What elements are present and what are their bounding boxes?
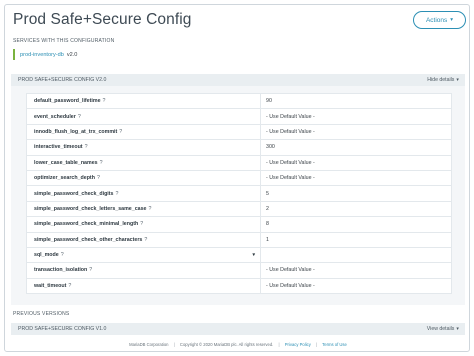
footer-company: MariaDB Corporation xyxy=(129,342,169,347)
parameter-name-cell: default_password_lifetime? xyxy=(26,92,261,110)
parameter-name-cell: interactive_timeout? xyxy=(26,139,261,156)
parameter-row: optimizer_search_depth? - Use Default Val… xyxy=(26,169,452,187)
help-icon[interactable]: ? xyxy=(97,175,100,181)
parameter-value[interactable]: 8 xyxy=(260,216,452,233)
parameter-row: sql_mode? ▾ xyxy=(26,246,452,264)
parameter-row: lower_case_table_names? - Use Default Val… xyxy=(26,154,452,171)
parameter-name-cell: simple_password_check_digits? xyxy=(26,185,261,202)
parameter-name: simple_password_check_letters_same_case xyxy=(34,205,147,212)
footer-separator: | xyxy=(278,342,280,347)
help-icon[interactable]: ? xyxy=(61,252,64,258)
parameter-value[interactable]: - Use Default Value - xyxy=(260,262,452,279)
service-version: v2.0 xyxy=(66,51,78,58)
parameter-value[interactable]: 2 xyxy=(260,200,452,218)
parameter-row: default_password_lifetime? 90 xyxy=(26,92,452,110)
privacy-policy-link[interactable]: Privacy Policy xyxy=(285,342,311,347)
help-icon[interactable]: ? xyxy=(140,221,143,227)
view-details-toggle[interactable]: View details ▾ xyxy=(427,326,459,332)
previous-versions-heading: PREVIOUS VERSIONS xyxy=(13,311,70,317)
parameter-name: default_password_lifetime xyxy=(34,98,101,105)
parameter-name: lower_case_table_names xyxy=(34,159,98,166)
parameter-value[interactable]: - Use Default Value - xyxy=(260,123,452,141)
terms-of-use-link[interactable]: Terms of Use xyxy=(322,342,347,347)
parameter-value[interactable]: 1 xyxy=(260,231,452,248)
help-icon[interactable]: ? xyxy=(89,267,92,273)
parameter-name-cell: simple_password_check_other_characters? xyxy=(26,231,261,248)
parameter-name: sql_mode xyxy=(34,252,59,259)
parameter-row: simple_password_check_letters_same_case?… xyxy=(26,200,452,218)
help-icon[interactable]: ? xyxy=(119,129,122,135)
parameter-value[interactable]: 90 xyxy=(260,92,452,110)
parameter-name: simple_password_check_other_characters xyxy=(34,236,143,243)
parameter-value[interactable]: - Use Default Value - xyxy=(260,108,452,125)
help-icon[interactable]: ? xyxy=(148,206,151,212)
parameter-name-cell: wait_timeout? xyxy=(26,277,261,295)
parameter-row: interactive_timeout? 300 xyxy=(26,139,452,156)
config-page: Prod Safe+Secure Config Actions ▾ SERVIC… xyxy=(4,4,470,352)
parameter-name-cell: event_scheduler? xyxy=(26,108,261,125)
parameter-row: event_scheduler? - Use Default Value - xyxy=(26,108,452,125)
parameter-name-cell: simple_password_check_letters_same_case? xyxy=(26,200,261,218)
view-details-label: View details xyxy=(426,326,455,332)
help-icon[interactable]: ? xyxy=(85,144,88,150)
chevron-down-icon: ▾ xyxy=(456,77,459,83)
hide-details-toggle[interactable]: Hide details ▾ xyxy=(427,77,459,83)
actions-button[interactable]: Actions ▾ xyxy=(413,11,466,29)
help-icon[interactable]: ? xyxy=(103,98,106,104)
help-icon[interactable]: ? xyxy=(116,191,119,197)
parameter-name: wait_timeout xyxy=(34,282,67,289)
parameter-row: simple_password_check_digits? 5 xyxy=(26,185,452,202)
config-panel-body: default_password_lifetime? 90 event_schedu… xyxy=(11,86,465,305)
footer-separator: | xyxy=(315,342,318,347)
previous-version-header: PROD SAFE+SECURE CONFIG V1.0 View detail… xyxy=(11,323,465,335)
help-icon[interactable]: ? xyxy=(144,237,147,243)
parameter-name: transaction_isolation xyxy=(34,267,88,274)
dropdown-caret-icon[interactable]: ▾ xyxy=(252,252,255,258)
parameter-value[interactable]: 5 xyxy=(260,185,452,202)
footer-copyright: Copyright © 2020 MariaDB plc. All rights… xyxy=(179,342,274,347)
services-heading: SERVICES WITH THIS CONFIGURATION xyxy=(13,38,115,44)
page-title: Prod Safe+Secure Config xyxy=(13,11,192,28)
parameter-value[interactable]: - Use Default Value - xyxy=(260,277,452,295)
parameter-value[interactable]: - Use Default Value - xyxy=(260,169,452,187)
parameter-name-cell: innodb_flush_log_at_trx_commit? xyxy=(26,123,261,141)
parameters-table: default_password_lifetime? 90 event_schedu… xyxy=(26,92,452,295)
chevron-down-icon: ▾ xyxy=(456,326,459,332)
service-link[interactable]: prod-inventory-db xyxy=(20,52,64,58)
service-item: prod-inventory-db v2.0 xyxy=(13,49,77,60)
help-icon[interactable]: ? xyxy=(78,114,81,120)
parameter-name: simple_password_check_digits xyxy=(34,190,114,197)
actions-button-label: Actions xyxy=(425,16,448,24)
config-panel-title: PROD SAFE+SECURE CONFIG V2.0 xyxy=(18,77,107,83)
parameter-row: simple_password_check_other_characters? 1 xyxy=(26,231,452,248)
parameter-name: innodb_flush_log_at_trx_commit xyxy=(34,128,118,135)
parameter-name-cell: optimizer_search_depth? xyxy=(26,169,261,187)
parameter-row: simple_password_check_minimal_length? 8 xyxy=(26,216,452,233)
parameter-name-cell: sql_mode? ▾ xyxy=(26,246,261,264)
parameter-name: optimizer_search_depth xyxy=(34,175,95,182)
footer: MariaDB Corporation | Copyright © 2020 M… xyxy=(5,342,469,347)
help-icon[interactable]: ? xyxy=(68,283,71,289)
parameter-row: wait_timeout? - Use Default Value - xyxy=(26,277,452,295)
parameter-value[interactable] xyxy=(260,246,452,264)
config-panel-header: PROD SAFE+SECURE CONFIG V2.0 Hide detail… xyxy=(11,74,465,86)
parameter-name: event_scheduler xyxy=(34,113,76,120)
footer-separator: | xyxy=(173,342,175,347)
parameter-name-cell: lower_case_table_names? xyxy=(26,154,261,171)
chevron-down-icon: ▾ xyxy=(450,17,454,23)
parameter-name: simple_password_check_minimal_length xyxy=(34,221,139,228)
parameter-value[interactable]: - Use Default Value - xyxy=(260,154,452,171)
parameter-row: transaction_isolation? - Use Default Valu… xyxy=(26,262,452,279)
parameter-name: interactive_timeout xyxy=(34,144,83,151)
parameter-row: innodb_flush_log_at_trx_commit? - Use Def… xyxy=(26,123,452,141)
help-icon[interactable]: ? xyxy=(100,160,103,166)
parameter-value[interactable]: 300 xyxy=(260,139,452,156)
previous-version-title: PROD SAFE+SECURE CONFIG V1.0 xyxy=(18,326,107,332)
parameter-name-cell: simple_password_check_minimal_length? xyxy=(26,216,261,233)
hide-details-label: Hide details xyxy=(427,77,455,83)
parameter-name-cell: transaction_isolation? xyxy=(26,262,261,279)
